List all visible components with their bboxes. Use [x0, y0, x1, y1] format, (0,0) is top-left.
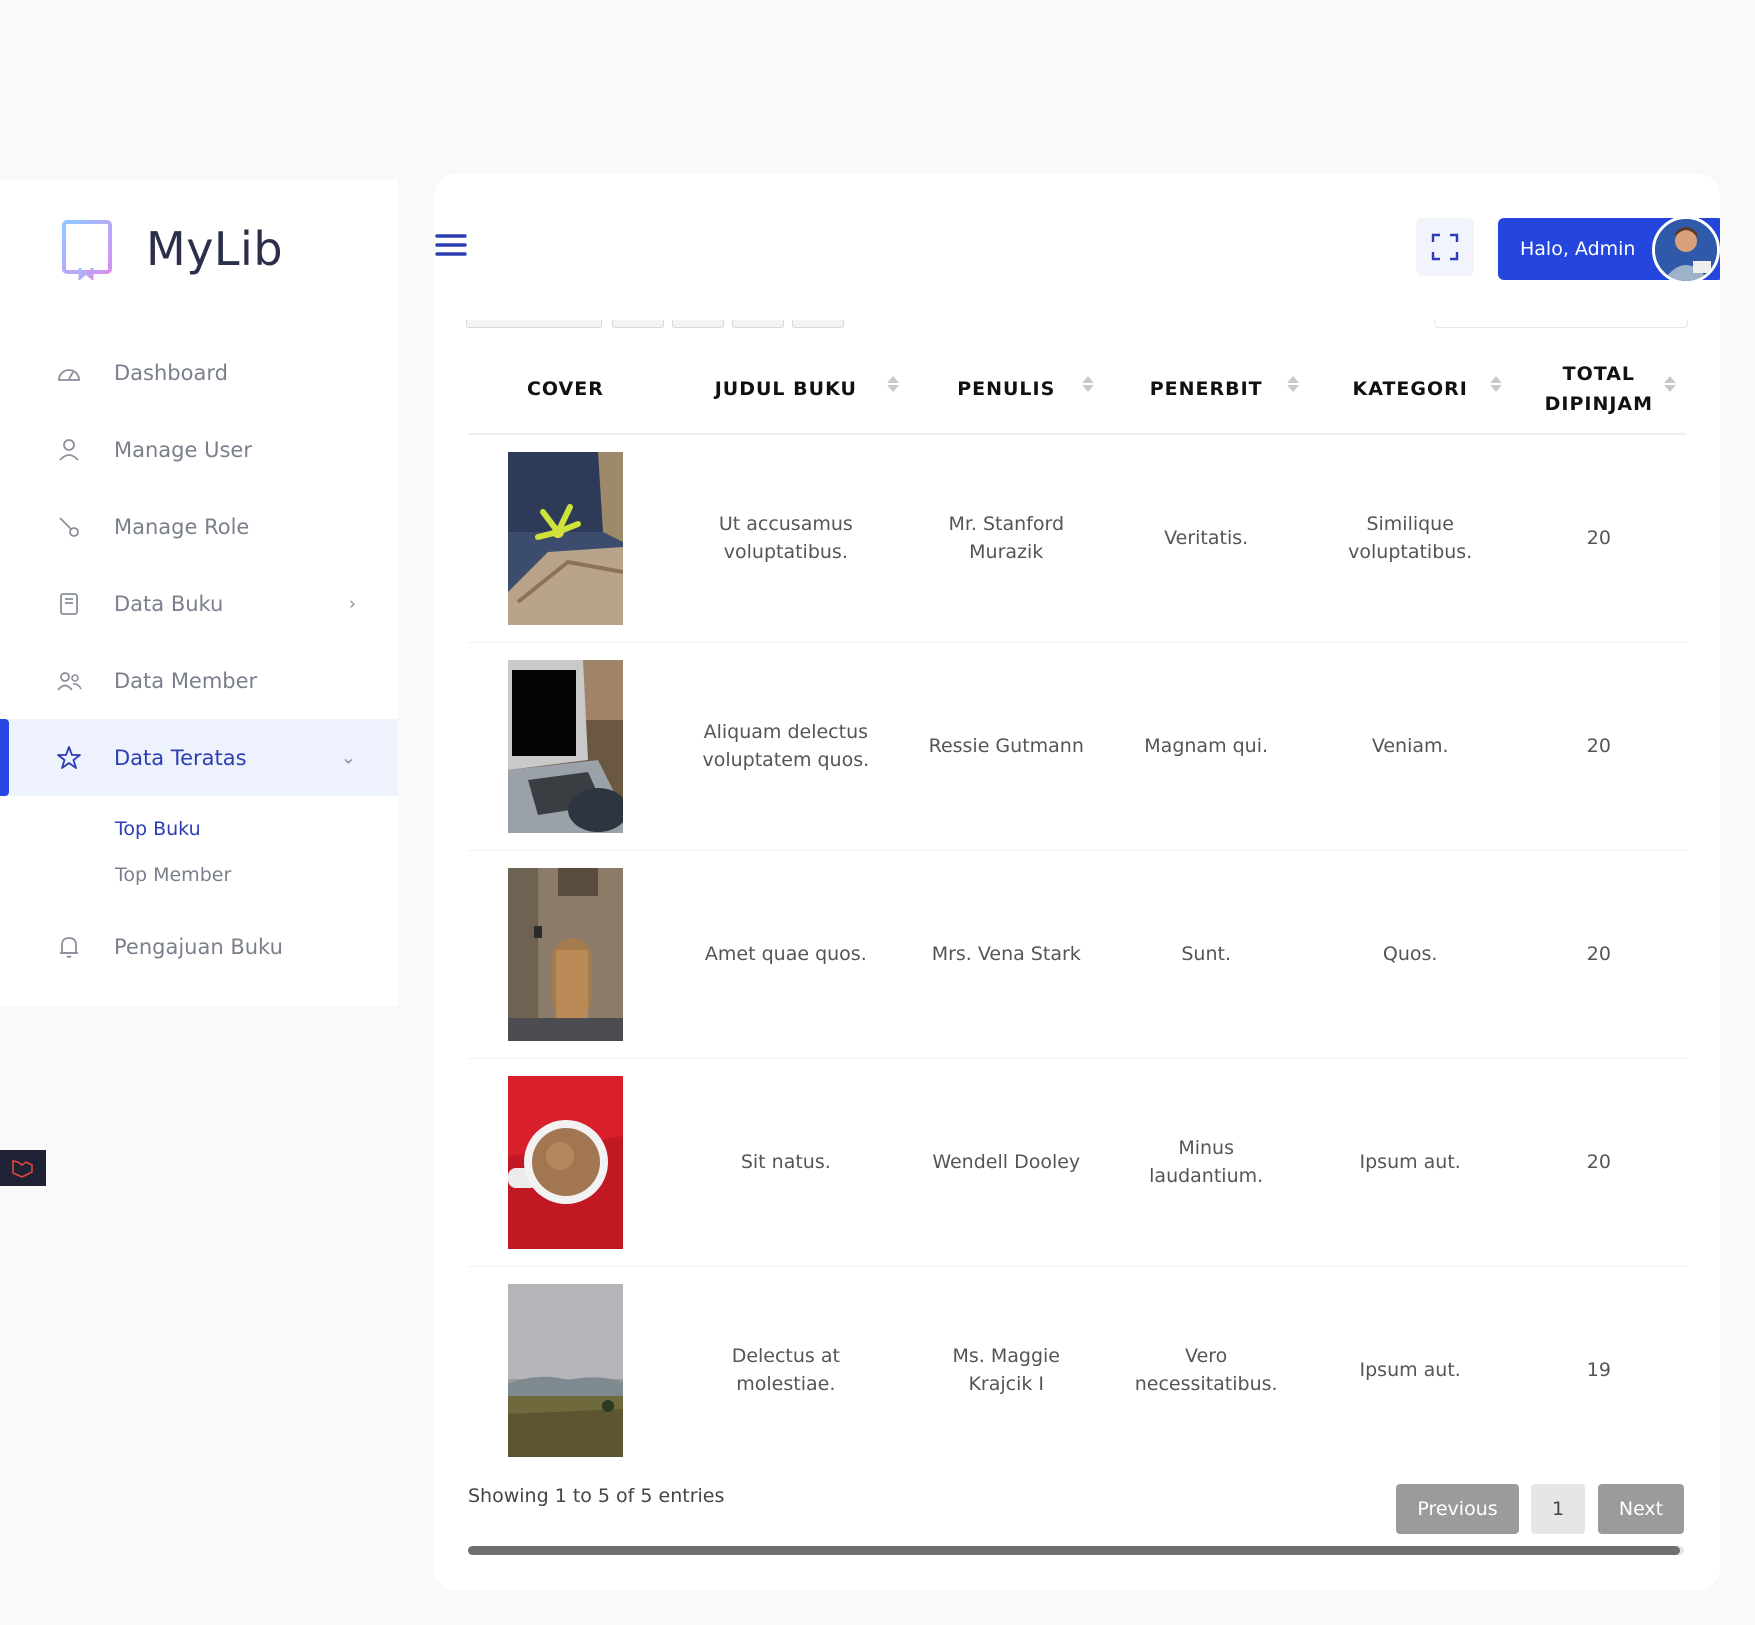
- judul-cell: Sit natus.: [662, 1058, 909, 1267]
- user-greeting: Halo, Admin: [1520, 238, 1636, 260]
- table-row: Sit natus. Wendell Dooley Minus laudanti…: [468, 1058, 1686, 1267]
- kategori-cell: Ipsum aut.: [1359, 1359, 1461, 1382]
- sidebar-item-manage-role[interactable]: Manage Role: [0, 488, 398, 565]
- fullscreen-button[interactable]: [1416, 218, 1474, 276]
- total-cell: 19: [1586, 1359, 1611, 1382]
- penerbit-cell: Veritatis.: [1103, 434, 1309, 643]
- sidebar-item-data-buku[interactable]: Data Buku ›: [0, 565, 398, 642]
- brand-name: MyLib: [146, 222, 284, 276]
- hamburger-menu-icon[interactable]: [434, 230, 468, 260]
- kategori-cell: Quos.: [1308, 850, 1512, 1059]
- cover-cell: [468, 1266, 663, 1474]
- penerbit-cell: Minus laudantium.: [1103, 1058, 1309, 1267]
- sidebar-item-data-member[interactable]: Data Member: [0, 642, 398, 719]
- book-cover-image: [507, 867, 623, 1041]
- chevron-down-icon: ⌄: [340, 747, 356, 768]
- judul-cell: Aliquam delectus voluptatem quos.: [662, 642, 909, 851]
- cover-cell: [468, 642, 663, 851]
- penerbit-cell: Sunt.: [1103, 850, 1309, 1059]
- penulis-cell: Ressie Gutmann: [908, 642, 1104, 851]
- cover-cell: [468, 850, 663, 1059]
- sidebar-item-manage-user[interactable]: Manage User: [0, 411, 398, 488]
- main-card: COVER JUDUL BUKU PENULIS PENERBIT KATEGO…: [434, 174, 1720, 1590]
- total-cell: 20: [1511, 434, 1686, 643]
- kategori-cell: Ipsum aut.: [1308, 1058, 1512, 1267]
- top-header: Halo, Admin: [434, 174, 1720, 320]
- sidebar-item-dashboard[interactable]: Dashboard: [0, 334, 398, 411]
- book-icon: [56, 591, 82, 617]
- column-header-kategori[interactable]: KATEGORI: [1308, 344, 1512, 435]
- chevron-right-icon: ›: [348, 593, 356, 614]
- sidebar-item-data-teratas[interactable]: Data Teratas ⌄: [0, 719, 398, 796]
- top-buku-table: COVER JUDUL BUKU PENULIS PENERBIT KATEGO…: [468, 344, 1686, 1474]
- sidebar-item-label: Manage User: [114, 437, 252, 462]
- column-header-judul-buku[interactable]: JUDUL BUKU: [662, 344, 909, 435]
- key-icon: [56, 514, 82, 540]
- sidebar-item-label: Pengajuan Buku: [114, 934, 283, 959]
- table-row: Ut accusamus voluptatibus. Mr. Stanford …: [468, 434, 1686, 643]
- column-header-penulis[interactable]: PENULIS: [908, 344, 1104, 435]
- book-logo-icon: [62, 220, 112, 280]
- kategori-cell: Veniam.: [1308, 642, 1512, 851]
- sort-icon: [1489, 376, 1502, 392]
- scrollbar-thumb[interactable]: [468, 1546, 1680, 1555]
- submenu-item-top-member[interactable]: Top Member: [115, 852, 398, 898]
- avatar[interactable]: [1652, 216, 1720, 284]
- penulis-cell: Mr. Stanford Murazik: [908, 434, 1104, 643]
- previous-page-button[interactable]: Previous: [1396, 1484, 1519, 1534]
- sort-icon: [1286, 376, 1299, 392]
- users-icon: [56, 668, 82, 694]
- sidebar-item-label: Data Member: [114, 668, 258, 693]
- book-cover-image: [507, 451, 623, 625]
- table-header-row: COVER JUDUL BUKU PENULIS PENERBIT KATEGO…: [468, 344, 1686, 435]
- brand-logo[interactable]: MyLib: [60, 218, 283, 280]
- sort-icon: [886, 376, 899, 392]
- table-row: Delectus at molestiae. Ms. Maggie Krajci…: [468, 1266, 1686, 1474]
- column-header-penerbit[interactable]: PENERBIT: [1103, 344, 1309, 435]
- fullscreen-icon: [1431, 233, 1459, 261]
- sidebar-item-label: Data Teratas: [114, 745, 247, 770]
- laravel-debugbar-icon[interactable]: [0, 1150, 46, 1186]
- book-cover-image: [507, 659, 623, 833]
- next-page-button[interactable]: Next: [1598, 1484, 1684, 1534]
- table-row: Amet quae quos. Mrs. Vena Stark Sunt. Qu…: [468, 850, 1686, 1059]
- star-icon: [56, 745, 82, 771]
- cover-cell: [468, 434, 663, 643]
- sidebar-item-pengajuan-buku[interactable]: Pengajuan Buku: [0, 908, 398, 985]
- sidebar: MyLib Dashboard Manage User Manage Role …: [0, 180, 398, 1186]
- penerbit-cell: Vero necessitatibus.: [1134, 1345, 1278, 1396]
- penerbit-cell: Magnam qui.: [1103, 642, 1309, 851]
- judul-cell: Amet quae quos.: [662, 850, 909, 1059]
- horizontal-scrollbar[interactable]: [468, 1546, 1684, 1555]
- datatable-info: Showing 1 to 5 of 5 entries: [468, 1485, 725, 1507]
- penulis-cell: Ms. Maggie Krajcik I: [952, 1345, 1060, 1396]
- sidebar-item-label: Data Buku: [114, 591, 224, 616]
- submenu-item-top-buku[interactable]: Top Buku: [115, 806, 398, 852]
- total-cell: 20: [1511, 642, 1686, 851]
- sidebar-item-label: Manage Role: [114, 514, 250, 539]
- sidebar-item-label: Dashboard: [114, 360, 228, 385]
- table-row: Aliquam delectus voluptatem quos. Ressie…: [468, 642, 1686, 851]
- judul-cell: Ut accusamus voluptatibus.: [662, 434, 909, 643]
- total-cell: 20: [1511, 850, 1686, 1059]
- bell-icon: [56, 934, 82, 960]
- column-header-cover[interactable]: COVER: [468, 344, 663, 435]
- kategori-cell: Similique voluptatibus.: [1308, 434, 1512, 643]
- dashboard-gauge-icon: [56, 360, 82, 386]
- penulis-cell: Wendell Dooley: [908, 1058, 1104, 1267]
- cover-cell: [468, 1058, 663, 1267]
- submenu-data-teratas: Top Buku Top Member: [0, 796, 398, 908]
- sort-icon: [1081, 376, 1094, 392]
- user-icon: [56, 437, 82, 463]
- penulis-cell: Mrs. Vena Stark: [908, 850, 1104, 1059]
- sidebar-nav: Dashboard Manage User Manage Role Data B…: [0, 334, 398, 985]
- total-cell: 20: [1511, 1058, 1686, 1267]
- column-header-total-dipinjam[interactable]: TOTAL DIPINJAM: [1511, 344, 1686, 435]
- page-1-button[interactable]: 1: [1531, 1484, 1585, 1534]
- book-cover-image: [507, 1283, 623, 1457]
- sort-icon: [1664, 376, 1676, 392]
- judul-cell: Delectus at molestiae.: [731, 1345, 840, 1396]
- book-cover-image: [507, 1075, 623, 1249]
